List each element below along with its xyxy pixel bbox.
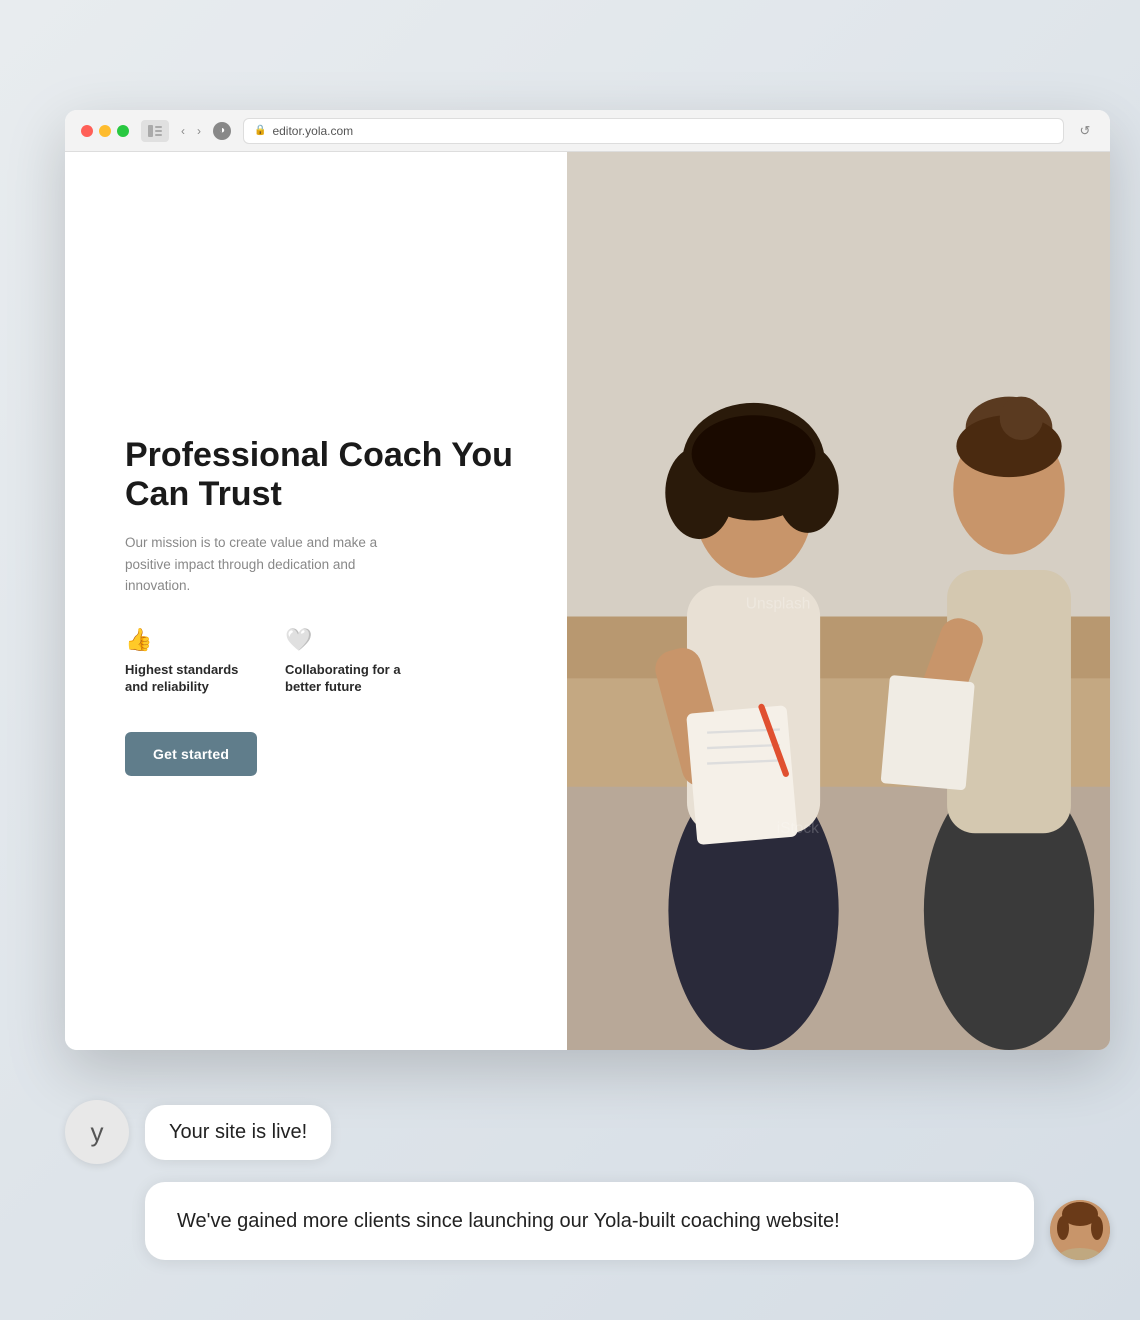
maximize-button[interactable] [117,125,129,137]
brightness-icon: ◑ [213,122,231,140]
minimize-button[interactable] [99,125,111,137]
heart-icon: 🤍 [285,627,405,653]
chat-row-2: We've gained more clients since launchin… [65,1182,1110,1260]
website-content: Professional Coach You Can Trust Our mis… [65,152,1110,1050]
chat-bubble-2: We've gained more clients since launchin… [145,1182,1034,1260]
features-row: 👍 Highest standards and reliability 🤍 Co… [125,627,517,696]
browser-chrome: ‹ › ◑ 🔒 editor.yola.com ↺ [65,110,1110,152]
reload-icon[interactable]: ↺ [1076,122,1094,140]
url-text: editor.yola.com [272,124,353,138]
back-button[interactable]: ‹ [181,124,185,138]
feature-item-2: 🤍 Collaborating for a better future [285,627,405,696]
feature-item-1: 👍 Highest standards and reliability [125,627,245,696]
browser-window: ‹ › ◑ 🔒 editor.yola.com ↺ Professional C… [65,110,1110,1050]
svg-text:iStock: iStock [776,820,818,837]
address-bar[interactable]: 🔒 editor.yola.com [243,118,1064,144]
hero-description: Our mission is to create value and make … [125,532,405,597]
feature-label-1: Highest standards and reliability [125,661,245,696]
chat-message-2: We've gained more clients since launchin… [177,1210,840,1232]
user-avatar [1050,1200,1110,1260]
close-button[interactable] [81,125,93,137]
hero-right-panel: Unsplash iStock [567,152,1110,1050]
forward-button[interactable]: › [197,124,201,138]
yola-avatar: y [65,1100,129,1164]
thumbs-up-icon: 👍 [125,627,245,653]
traffic-lights [81,125,129,137]
chat-message-1: Your site is live! [169,1121,307,1143]
sidebar-toggle[interactable] [141,120,169,142]
hero-left-panel: Professional Coach You Can Trust Our mis… [65,152,567,1050]
feature-label-2: Collaborating for a better future [285,661,405,696]
chat-row-1: y Your site is live! [65,1100,1110,1164]
lock-icon: 🔒 [254,125,266,136]
hero-image: Unsplash iStock [567,152,1110,1050]
chat-overlay: y Your site is live! We've gained more c… [65,1100,1110,1260]
get-started-button[interactable]: Get started [125,732,257,776]
hero-heading: Professional Coach You Can Trust [125,436,517,514]
yola-initial: y [91,1117,104,1148]
svg-text:Unsplash: Unsplash [745,596,810,613]
chat-bubble-1: Your site is live! [145,1105,331,1160]
